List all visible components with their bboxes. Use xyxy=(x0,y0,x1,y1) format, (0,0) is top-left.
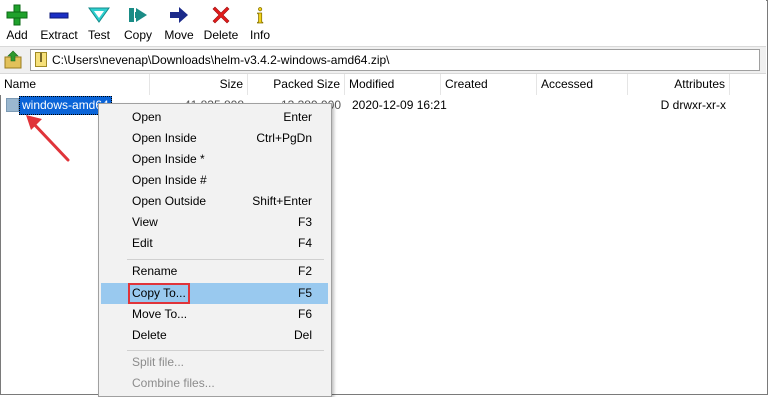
menu-item-label: Delete xyxy=(132,328,167,342)
col-size[interactable]: Size xyxy=(150,74,248,95)
add-label: Add xyxy=(6,28,28,42)
menu-item-open[interactable]: Open Enter xyxy=(101,107,328,128)
copy-arrow-icon xyxy=(129,8,147,22)
path-input[interactable] xyxy=(52,51,752,68)
move-button[interactable]: Move xyxy=(162,2,196,44)
delete-button[interactable]: Delete xyxy=(202,2,240,44)
info-label: Info xyxy=(249,28,270,42)
move-arrow-icon xyxy=(170,7,188,23)
menu-item-label: Combine files... xyxy=(132,376,215,390)
menu-item-label: Open Inside # xyxy=(132,173,207,187)
menu-item-open-inside[interactable]: Open Inside Ctrl+PgDn xyxy=(101,128,328,149)
menu-item-label: Open xyxy=(132,110,162,124)
info-button[interactable]: i Info xyxy=(246,2,274,44)
menu-item-shortcut: F5 xyxy=(297,286,312,300)
add-icon xyxy=(6,4,28,26)
file-created xyxy=(445,96,535,114)
menu-item-label: Copy To... xyxy=(128,283,190,304)
col-accessed[interactable]: Accessed xyxy=(537,74,628,95)
path-field[interactable] xyxy=(30,49,760,71)
menu-item-split-file: Split file... xyxy=(101,352,328,373)
extract-button[interactable]: Extract xyxy=(38,2,80,44)
extract-label: Extract xyxy=(40,28,78,42)
menu-item-shortcut: Shift+Enter xyxy=(252,194,312,208)
menu-item-shortcut: Enter xyxy=(283,110,312,124)
toolbar: Add Extract Test Copy Move Delete i Info xyxy=(0,0,766,46)
zip-file-icon xyxy=(35,52,47,67)
test-icon xyxy=(88,7,110,23)
menu-item-shortcut: F4 xyxy=(297,236,312,250)
svg-text:i: i xyxy=(257,3,263,27)
col-attributes[interactable]: Attributes xyxy=(628,74,730,95)
menu-item-open-outside[interactable]: Open Outside Shift+Enter xyxy=(101,191,328,212)
menu-item-shortcut: Ctrl+PgDn xyxy=(256,131,312,145)
menu-item-label: Open Inside * xyxy=(132,152,205,166)
folder-icon xyxy=(6,98,19,112)
menu-separator xyxy=(127,350,324,351)
menu-item-label: Edit xyxy=(132,236,153,250)
test-label: Test xyxy=(87,28,110,42)
copy-button[interactable]: Copy xyxy=(121,2,155,44)
delete-label: Delete xyxy=(203,28,239,42)
menu-item-edit[interactable]: Edit F4 xyxy=(101,233,328,254)
context-menu: Open Enter Open Inside Ctrl+PgDn Open In… xyxy=(98,103,332,397)
menu-item-label: View xyxy=(132,215,158,229)
file-accessed xyxy=(541,96,626,114)
copy-label: Copy xyxy=(123,28,152,42)
menu-item-open-inside-hash[interactable]: Open Inside # xyxy=(101,170,328,191)
file-attributes: D drwxr-xr-x xyxy=(660,98,726,112)
test-button[interactable]: Test xyxy=(84,2,114,44)
col-modified[interactable]: Modified xyxy=(345,74,441,95)
menu-item-shortcut: F3 xyxy=(297,215,312,229)
address-bar xyxy=(0,46,766,74)
menu-item-label: Open Outside xyxy=(132,194,207,208)
file-modified: 2020-12-09 16:21 xyxy=(352,98,447,112)
menu-item-label: Rename xyxy=(132,264,178,278)
col-created[interactable]: Created xyxy=(441,74,537,95)
folder-up-icon[interactable] xyxy=(3,50,23,70)
move-label: Move xyxy=(164,28,194,42)
delete-x-icon xyxy=(212,6,230,24)
menu-item-view[interactable]: View F3 xyxy=(101,212,328,233)
annotation-arrow-icon xyxy=(26,115,70,162)
menu-item-label: Split file... xyxy=(132,355,185,369)
menu-item-move-to[interactable]: Move To... F6 xyxy=(101,304,328,325)
extract-icon xyxy=(49,12,69,19)
menu-item-shortcut: F6 xyxy=(297,307,312,321)
col-name[interactable]: Name xyxy=(0,74,150,95)
menu-item-label: Move To... xyxy=(132,307,188,321)
menu-item-delete[interactable]: Delete Del xyxy=(101,325,328,346)
menu-item-copy-to[interactable]: Copy To... F5 xyxy=(101,283,328,304)
col-packed-size[interactable]: Packed Size xyxy=(248,74,345,95)
menu-separator xyxy=(127,259,324,260)
menu-item-open-inside-star[interactable]: Open Inside * xyxy=(101,149,328,170)
menu-item-label: Open Inside xyxy=(132,131,197,145)
add-button[interactable]: Add xyxy=(2,2,32,44)
info-icon: i xyxy=(257,3,264,27)
menu-item-rename[interactable]: Rename F2 xyxy=(101,261,328,282)
column-header: Name Size Packed Size Modified Created A… xyxy=(0,74,766,95)
menu-item-combine-files: Combine files... xyxy=(101,373,328,394)
menu-item-shortcut: F2 xyxy=(297,264,312,278)
menu-item-shortcut: Del xyxy=(293,328,312,342)
